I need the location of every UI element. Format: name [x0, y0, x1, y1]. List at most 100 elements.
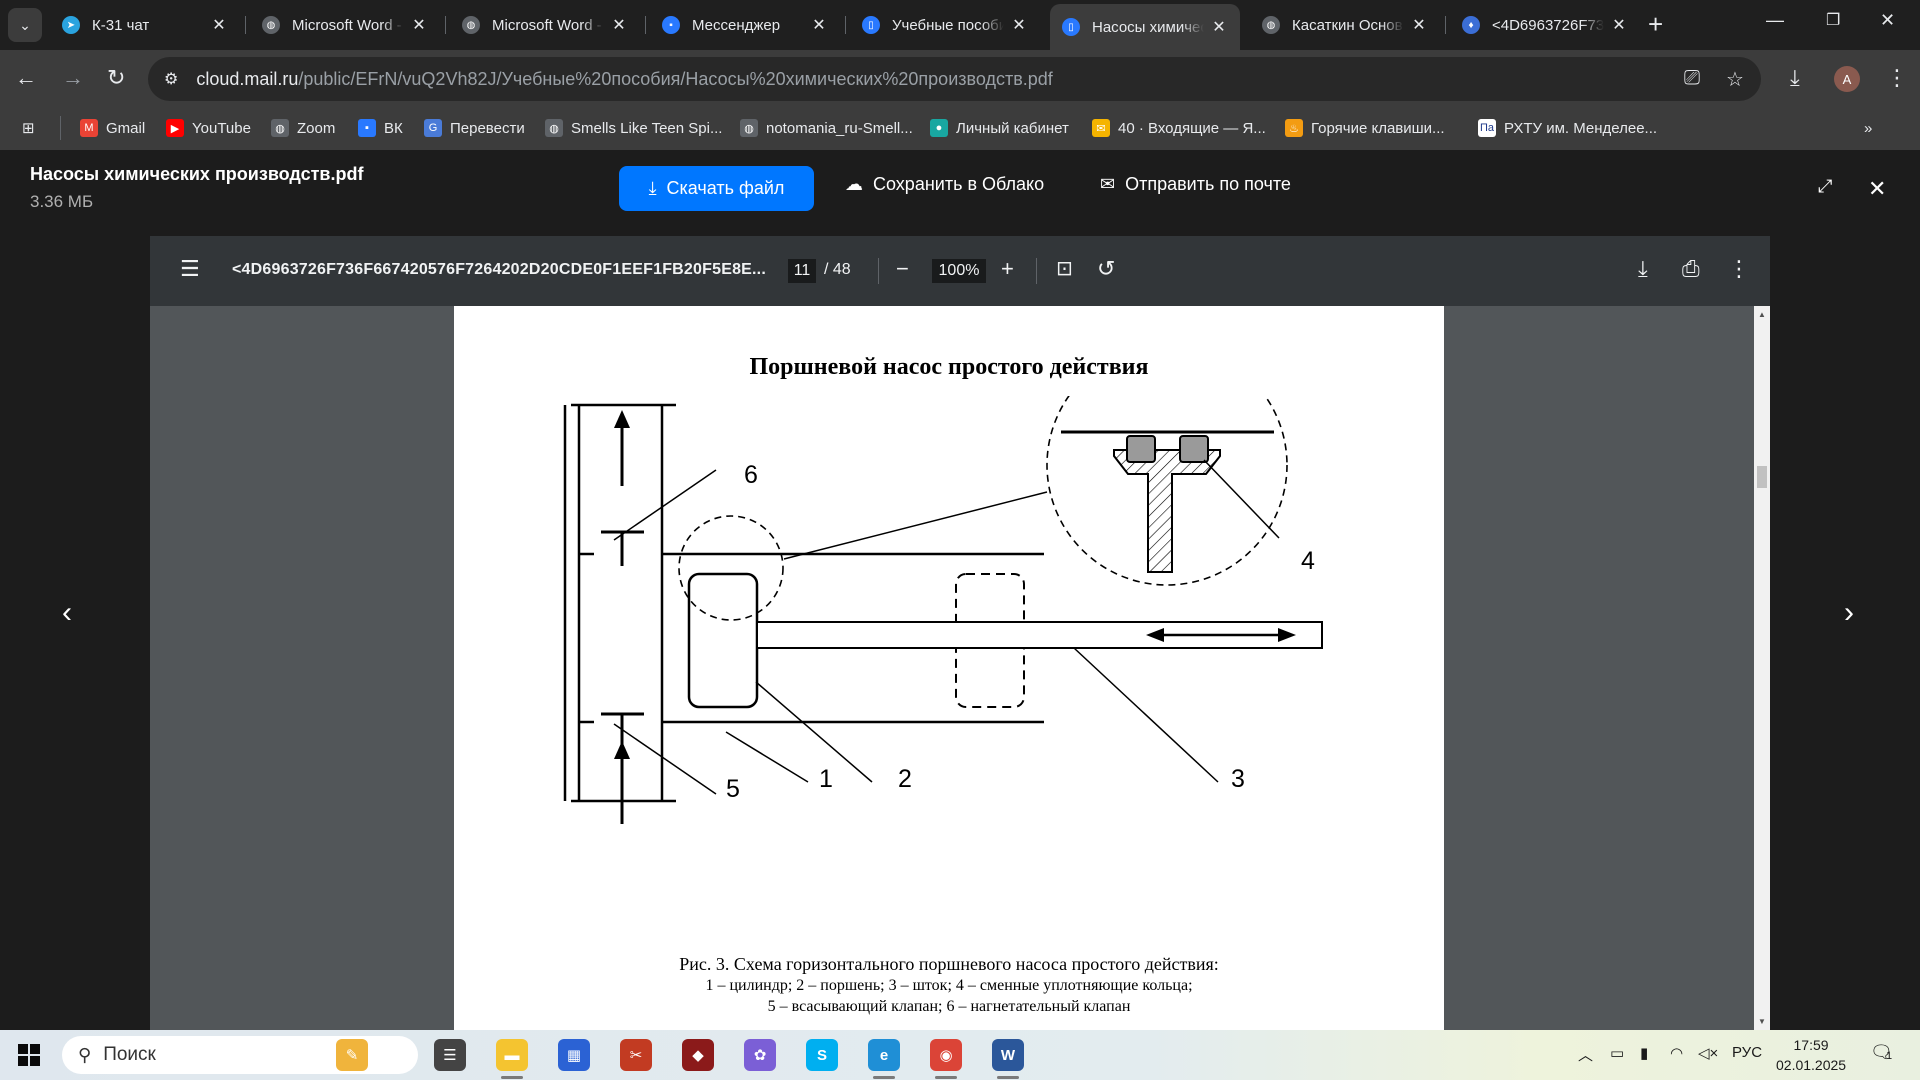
bookmark-item[interactable]: M Gmail — [80, 116, 145, 140]
bookmark-item[interactable]: Па РХТУ им. Менделее... — [1478, 116, 1657, 140]
scroll-thumb[interactable] — [1757, 466, 1767, 488]
bookmark-item[interactable]: ▪ ВК — [358, 116, 403, 140]
close-tab-icon[interactable]: ✕ — [610, 15, 628, 35]
globe-icon: ◍ — [545, 119, 563, 137]
close-viewer-icon[interactable]: ✕ — [1868, 176, 1886, 202]
tab-title: Учебные пособия — [892, 16, 1004, 34]
volume-icon[interactable]: ◁× — [1698, 1044, 1718, 1062]
edge-icon[interactable]: e — [868, 1039, 900, 1071]
reload-button[interactable]: ↻ — [107, 66, 125, 90]
cloud-upload-icon: ☁ — [845, 174, 863, 194]
tab-separator — [645, 16, 646, 34]
close-tab-icon[interactable]: ✕ — [810, 15, 828, 35]
taskbar-search-label: Поиск — [103, 1044, 156, 1065]
print-icon[interactable]: ⎙ — [1682, 256, 1700, 282]
copilot-icon[interactable]: ✿ — [744, 1039, 776, 1071]
bookmark-label: Smells Like Teen Spi... — [571, 119, 723, 137]
rotate-icon[interactable]: ↺ — [1097, 256, 1115, 282]
clock[interactable]: 17:59 02.01.2025 — [1776, 1035, 1846, 1075]
detail-leader-line — [783, 491, 1048, 560]
fit-page-icon[interactable]: ⊡ — [1056, 256, 1073, 282]
scroll-down-icon[interactable]: ▼ — [1754, 1017, 1770, 1026]
menu-kebab-icon[interactable]: ⋮ — [1886, 66, 1908, 90]
word-icon[interactable]: W — [992, 1039, 1024, 1071]
discharge-valve — [601, 530, 644, 566]
browser-tab[interactable]: ▪ Мессенджер ✕ — [650, 8, 840, 42]
file-explorer-icon[interactable]: ▬ — [496, 1039, 528, 1071]
bookmark-item[interactable]: ♨ Горячие клавиши... — [1285, 116, 1445, 140]
previous-file-arrow[interactable]: ‹ — [62, 596, 72, 630]
hamburger-menu-icon[interactable]: ☰ — [180, 256, 200, 282]
pdf-download-icon[interactable]: ⤓ — [1638, 256, 1648, 282]
browser-tab[interactable]: ♦ <4D6963726F73 ✕ — [1450, 8, 1640, 42]
close-tab-icon[interactable]: ✕ — [1410, 15, 1428, 35]
bookmark-item[interactable]: G Перевести — [424, 116, 525, 140]
next-file-arrow[interactable]: › — [1844, 596, 1854, 630]
wifi-icon[interactable]: ◠ — [1670, 1044, 1683, 1062]
skype-icon[interactable]: S — [806, 1039, 838, 1071]
battery-icon[interactable]: ▮ — [1640, 1044, 1648, 1062]
bookmark-item[interactable]: ✉ 40 · Входящие — Я... — [1092, 116, 1266, 140]
chrome-icon[interactable]: ◉ — [930, 1039, 962, 1071]
zoom-out-icon[interactable]: − — [896, 256, 909, 282]
apps-grid-icon[interactable]: ⊞ — [22, 116, 35, 140]
minimize-button[interactable]: — — [1766, 10, 1784, 31]
tab-search-button[interactable]: ⌄ — [8, 8, 42, 42]
install-app-icon[interactable]: ⎚ — [1684, 67, 1700, 90]
store-icon[interactable]: ▦ — [558, 1039, 590, 1071]
tab-separator — [1445, 16, 1446, 34]
fullscreen-icon[interactable]: ⤢ — [1818, 176, 1832, 197]
tray-chevron-icon[interactable]: ︿ — [1578, 1044, 1593, 1065]
bookmark-item[interactable]: ● Личный кабинет — [930, 116, 1069, 140]
muctr-icon: Па — [1478, 119, 1496, 137]
send-by-mail-button[interactable]: ✉ Отправить по почте — [1100, 174, 1291, 195]
downloads-icon[interactable]: ⤓ — [1790, 66, 1800, 90]
page-heading: Поршневой насос простого действия — [749, 354, 1149, 380]
label-6: 6 — [744, 461, 758, 489]
tab-title: К-31 чат — [92, 16, 150, 34]
globe-icon: ◍ — [462, 16, 480, 34]
pdf-more-icon[interactable]: ⋮ — [1728, 256, 1750, 282]
restore-button[interactable]: ❐ — [1826, 10, 1840, 30]
close-tab-icon[interactable]: ✕ — [410, 15, 428, 35]
browser-tab[interactable]: ▯ Насосы химичес ✕ — [1050, 4, 1240, 50]
back-button[interactable]: ← — [15, 66, 37, 90]
task-view-icon[interactable]: ☰ — [434, 1039, 466, 1071]
save-to-cloud-button[interactable]: ☁ Сохранить в Облако — [845, 174, 1044, 195]
browser-tab[interactable]: ➤ К-31 чат ✕ — [50, 8, 240, 42]
scroll-up-icon[interactable]: ▲ — [1754, 310, 1770, 319]
browser-tab[interactable]: ▯ Учебные пособия ✕ — [850, 8, 1040, 42]
bookmark-item[interactable]: ◍ Smells Like Teen Spi... — [545, 116, 722, 140]
start-button[interactable] — [18, 1044, 40, 1066]
close-tab-icon[interactable]: ✕ — [1010, 15, 1028, 35]
bookmark-star-icon[interactable]: ☆ — [1726, 67, 1744, 92]
screen-tool-icon[interactable]: ✂ — [620, 1039, 652, 1071]
profile-avatar[interactable]: A — [1834, 66, 1860, 92]
new-tab-button[interactable]: + — [1648, 10, 1663, 38]
close-tab-icon[interactable]: ✕ — [210, 15, 228, 35]
language-indicator[interactable]: РУС — [1732, 1044, 1762, 1061]
browser-tab[interactable]: ◍ Microsoft Word - ✕ — [250, 8, 440, 42]
bookmark-item[interactable]: ◍ notomania_ru-Smell... — [740, 116, 913, 140]
widgets-icon[interactable]: ✎ — [336, 1039, 368, 1071]
download-file-button[interactable]: ⤓ Скачать файл — [619, 166, 814, 211]
close-tab-icon[interactable]: ✕ — [1610, 15, 1628, 35]
close-window-button[interactable]: ✕ — [1880, 10, 1895, 31]
close-tab-icon[interactable]: ✕ — [1210, 17, 1228, 37]
browser-toolbar: ← → ↻ ⚙ cloud.mail.ru/public/EFrN/vuQ2Vh… — [0, 50, 1920, 108]
forward-button[interactable]: → — [62, 66, 84, 90]
page-number-input[interactable]: 11 — [788, 259, 816, 283]
browser-tab[interactable]: ◍ Касаткин Основ ✕ — [1250, 8, 1440, 42]
browser-tab[interactable]: ◍ Microsoft Word - ✕ — [450, 8, 640, 42]
game-icon[interactable]: ◆ — [682, 1039, 714, 1071]
pdf-scrollbar[interactable]: ▲ ▼ — [1754, 306, 1770, 1030]
bookmark-item[interactable]: ◍ Zoom — [271, 116, 335, 140]
zoom-in-icon[interactable]: + — [1001, 256, 1014, 282]
address-bar[interactable]: ⚙ cloud.mail.ru/public/EFrN/vuQ2Vh82J/Уч… — [148, 57, 1761, 101]
site-info-icon[interactable]: ⚙ — [164, 69, 178, 89]
zoom-level-input[interactable]: 100% — [932, 259, 986, 283]
tab-title: Насосы химичес — [1092, 18, 1204, 36]
more-bookmarks-icon[interactable]: » — [1864, 116, 1872, 140]
meet-icon[interactable]: ▭ — [1610, 1044, 1624, 1062]
bookmark-item[interactable]: ▶ YouTube — [166, 116, 251, 140]
